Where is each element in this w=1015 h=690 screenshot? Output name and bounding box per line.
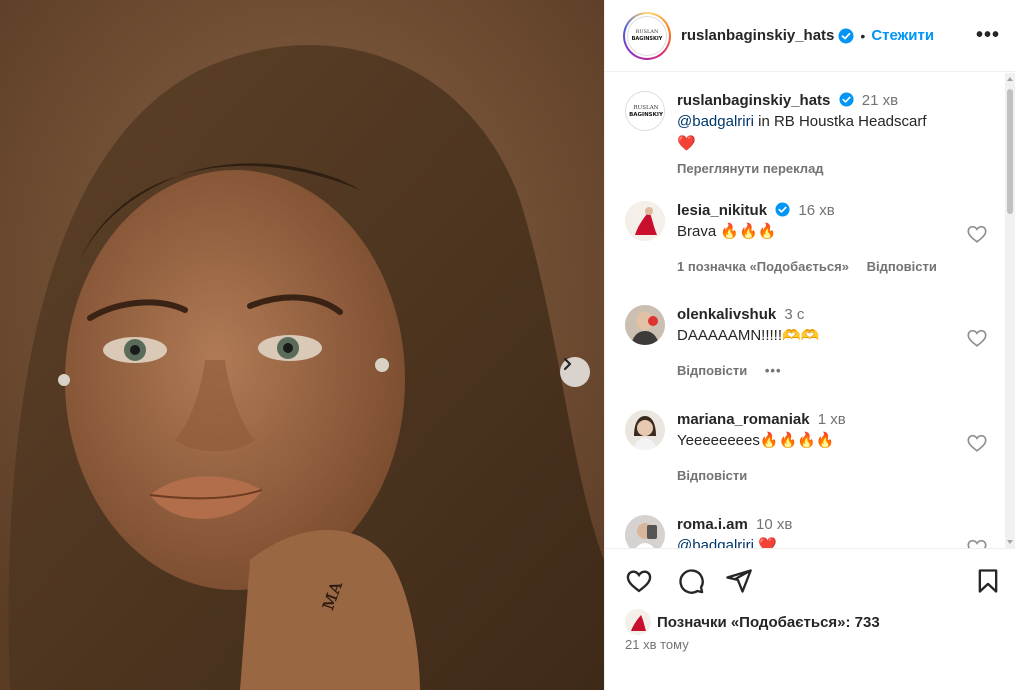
avatar-image: [625, 201, 665, 241]
liker-avatar[interactable]: [625, 609, 651, 635]
author-avatar: RUSLAN BAGINSKIY: [627, 15, 667, 56]
reply-button[interactable]: Відповісти: [867, 259, 937, 274]
comment-mention[interactable]: @badgalriri: [677, 537, 754, 548]
heart-icon[interactable]: [966, 327, 988, 349]
heart-icon[interactable]: [966, 432, 988, 454]
comment-time: 1 хв: [817, 411, 846, 428]
comment-time: 16 хв: [798, 202, 835, 219]
comment-text: DAAAAAMN!!!!!🫶🫶: [677, 327, 820, 344]
commenter-username[interactable]: roma.i.am: [677, 516, 748, 533]
brand-logo-icon: RUSLAN BAGINSKIY: [626, 92, 664, 130]
author-story-ring[interactable]: RUSLAN BAGINSKIY: [623, 11, 671, 60]
more-options-button[interactable]: •••: [976, 24, 1000, 47]
caption-emoji: ❤️: [677, 135, 696, 152]
commenter-username[interactable]: olenkalivshuk: [677, 306, 776, 323]
avatar-image: [625, 410, 665, 450]
scrollbar-thumb[interactable]: [1007, 89, 1013, 214]
post-actions: Позначки «Подобається»: 733 21 хв тому: [605, 548, 1015, 690]
caption-time: 21 хв: [861, 92, 899, 109]
post-photo: ᴍᴀ: [0, 0, 604, 690]
chevron-right-icon: [563, 357, 572, 371]
caption-mention[interactable]: @badgalriri: [677, 113, 754, 130]
portrait-illustration: ᴍᴀ: [0, 0, 604, 690]
author-username[interactable]: ruslanbaginskiy_hats: [681, 27, 834, 44]
commenter-avatar[interactable]: [625, 305, 665, 345]
brand-logo-icon: RUSLAN BAGINSKIY: [629, 17, 665, 54]
avatar-image: [625, 609, 651, 635]
comment-bubble-icon[interactable]: [677, 567, 705, 595]
commenter-avatar[interactable]: [625, 201, 665, 241]
verified-badge-icon: [775, 202, 790, 217]
avatar-image: [625, 515, 665, 548]
commenter-avatar[interactable]: [625, 410, 665, 450]
comments-scrollbar[interactable]: [1005, 73, 1015, 548]
comment-emoji: ❤️: [758, 537, 777, 548]
like-heart-icon[interactable]: [625, 567, 653, 595]
likes-summary: Позначки «Подобається»: 733: [625, 609, 880, 635]
heart-icon[interactable]: [966, 537, 988, 548]
caption-avatar[interactable]: RUSLAN BAGINSKIY: [625, 91, 665, 131]
comment-text: Brava 🔥🔥🔥: [677, 223, 777, 240]
comment-time: 3 с: [784, 306, 805, 323]
post-header: RUSLAN BAGINSKIY ruslanbaginskiy_hats • …: [605, 0, 1015, 72]
avatar-image: [625, 305, 665, 345]
verified-badge-icon: [838, 28, 854, 43]
commenter-avatar[interactable]: [625, 515, 665, 548]
svg-text:BAGINSKIY: BAGINSKIY: [632, 36, 663, 42]
posted-time[interactable]: 21 хв тому: [625, 637, 689, 652]
next-photo-button[interactable]: [560, 357, 590, 387]
svg-text:RUSLAN: RUSLAN: [634, 105, 659, 111]
heart-icon[interactable]: [966, 223, 988, 245]
dot-separator: •: [860, 27, 866, 44]
scroll-down-arrow[interactable]: [1007, 540, 1013, 544]
see-translation-link[interactable]: Переглянути переклад: [677, 161, 977, 176]
post-side-panel: RUSLAN BAGINSKIY ruslanbaginskiy_hats • …: [604, 0, 1015, 690]
comment-time: 10 хв: [756, 516, 793, 533]
scroll-up-arrow[interactable]: [1007, 77, 1013, 81]
svg-text:RUSLAN: RUSLAN: [636, 29, 659, 35]
follow-button[interactable]: Стежити: [871, 27, 934, 44]
svg-text:BAGINSKIY: BAGINSKIY: [629, 112, 664, 118]
comment-more-options[interactable]: •••: [765, 363, 782, 378]
comments-list: RUSLAN BAGINSKIY ruslanbaginskiy_hats 21…: [605, 73, 1015, 548]
share-send-icon[interactable]: [725, 567, 753, 595]
bookmark-save-icon[interactable]: [974, 567, 1002, 595]
caption-text: in RB Houstka Headscarf: [753, 113, 927, 130]
verified-badge-icon: [839, 92, 854, 107]
caption-username[interactable]: ruslanbaginskiy_hats: [677, 92, 830, 109]
comment-likes-count[interactable]: 1 позначка «Подобається»: [677, 259, 849, 274]
commenter-username[interactable]: mariana_romaniak: [677, 411, 810, 428]
likes-count[interactable]: Позначки «Подобається»: 733: [657, 614, 880, 631]
commenter-username[interactable]: lesia_nikituk: [677, 202, 767, 219]
comment-text: Yeeeeeeees🔥🔥🔥🔥: [677, 432, 835, 449]
reply-button[interactable]: Відповісти: [677, 363, 747, 378]
reply-button[interactable]: Відповісти: [677, 468, 747, 483]
